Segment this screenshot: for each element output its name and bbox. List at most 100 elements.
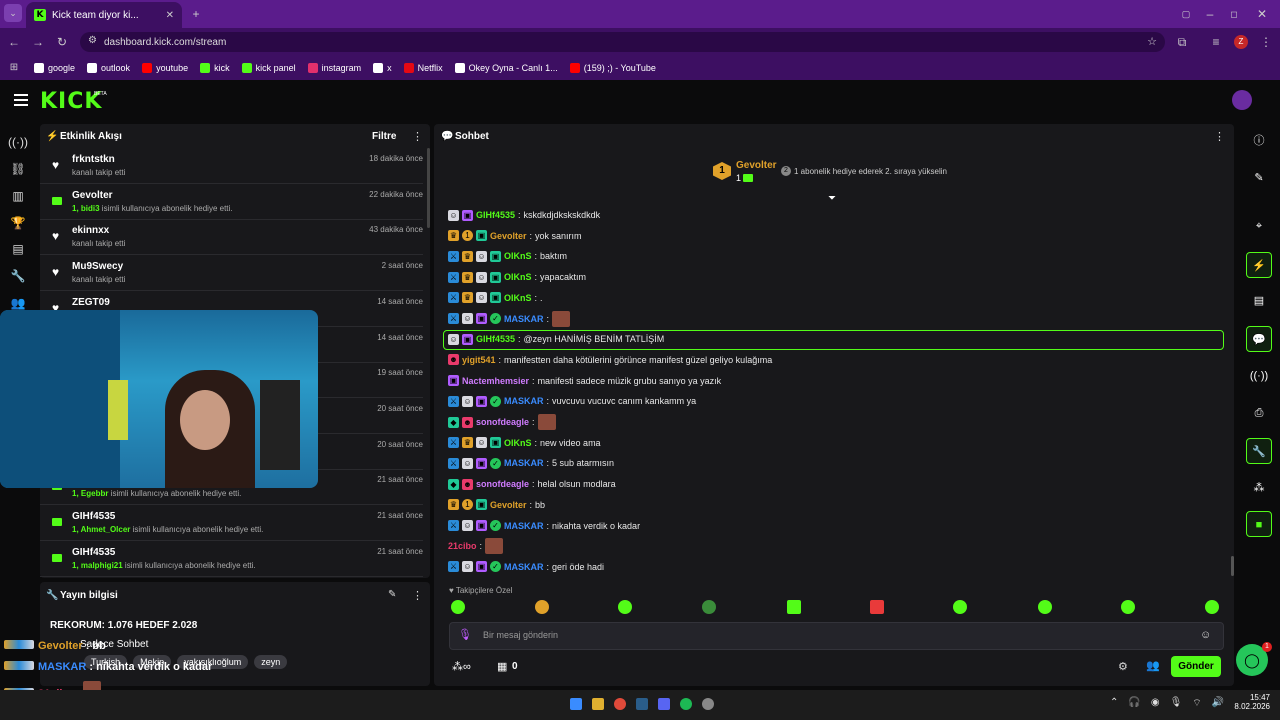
emote-7[interactable] [953,600,967,614]
activity-user[interactable]: Mu9Swecy [72,261,123,272]
gift-recipient[interactable]: 1, Ahmet_Olcer [72,525,130,534]
chat-scrollbar[interactable] [1231,556,1234,576]
tab-search-icon[interactable]: ⌄ [4,4,22,22]
chat-username[interactable]: OIKnS [504,438,532,448]
steam-icon[interactable] [636,698,648,710]
bookmark-1[interactable]: outlook [87,63,130,73]
headphones-icon[interactable]: 🎧 [1128,697,1140,710]
chat-emote[interactable] [552,310,571,327]
link-nav-icon[interactable]: ⛓ [8,159,28,179]
chat-username[interactable]: Gevolter [490,500,527,510]
site-info-icon[interactable]: ⚙ [88,35,97,46]
activity-user[interactable]: Gevolter [72,190,113,201]
wifi-icon[interactable]: ⌔ [1192,697,1201,710]
filter-button[interactable]: Filtre [372,131,396,142]
tools-icon[interactable]: 🔧 [1246,438,1272,464]
chat-message[interactable]: ◆ ☻ sonofdeagle: helal olsun modlara [448,475,616,493]
bookmark-star-icon[interactable]: ☆ [1147,35,1157,48]
microphone-icon[interactable]: 🎙 [458,628,472,641]
bookmark-9[interactable]: (159) ;) - YouTube [569,63,656,73]
store-icon[interactable]: ▦ [497,660,507,673]
activity-item[interactable]: GIHf4535 1, malphigi21 isimli kullanıcıya… [40,541,423,577]
broadcast-icon[interactable]: ((·)) [1246,363,1272,389]
collapse-icon[interactable]: ⏷ [828,193,836,204]
maximize-icon[interactable]: ◻ [1224,4,1244,24]
chat-message[interactable]: ♛ 1 ▣ Gevolter: yok sanırım [448,227,582,245]
pinned-user[interactable]: Gevolter [736,160,777,171]
chat-username[interactable]: Gevolter [490,231,527,241]
community-icon[interactable]: ⁂ [1246,475,1272,501]
chat-message[interactable]: ⚔ ♛ ☺ ▣ OIKnS:. [448,289,543,307]
bookmark-4[interactable]: kick panel [241,63,296,73]
close-window-icon[interactable]: ✕ [1252,4,1272,24]
emote-3[interactable] [618,600,632,614]
bookmark-8[interactable]: Okey Oyna - Canlı 1... [454,63,558,73]
gift-recipient[interactable]: 1, malphigi21 [72,561,123,570]
activity-user[interactable]: frkntstkn [72,154,115,165]
avatar-widget-icon[interactable]: ■ [1246,511,1272,537]
emote-9[interactable] [1121,600,1135,614]
gift-recipient[interactable]: 1, Egebbr [72,489,108,498]
mic-tray-icon[interactable]: 🎙 [1170,697,1183,710]
close-tab-icon[interactable]: ✕ [166,10,174,21]
chat-message[interactable]: ⚔ ☺ ▣ ✓ MASKAR: geri öde hadi [448,558,604,576]
app-icon[interactable] [702,698,714,710]
bookmark-7[interactable]: Netflix [403,63,443,73]
apps-grid-icon[interactable]: ⊞ [4,58,24,78]
extensions-icon[interactable]: ⧉ [1172,32,1192,52]
tools-nav-icon[interactable]: 🔧 [8,266,28,286]
spotify-icon[interactable] [680,698,692,710]
activity-menu-icon[interactable]: ⋮ [412,130,423,143]
bookmark-2[interactable]: youtube [142,63,188,73]
chat-settings-icon[interactable]: ⚙ [1118,660,1128,673]
bookmark-3[interactable]: kick [200,63,230,73]
chat-message[interactable]: ♛ 1 ▣ Gevolter: bb [448,496,545,514]
reading-list-icon[interactable]: ≡ [1206,32,1226,52]
minimize-icon[interactable]: ▢ [1176,4,1196,24]
chat-username[interactable]: yigit541 [462,355,496,365]
gift-recipient[interactable]: 1, bidi3 [72,204,100,213]
notes-icon[interactable]: ▤ [1246,288,1272,314]
bookmark-5[interactable]: instagram [307,63,361,73]
emote-6[interactable] [870,600,884,614]
print-icon[interactable]: ⎙ [1246,400,1272,426]
chat-message[interactable]: ⚔ ☺ ▣ ✓ MASKAR: vuvcuvu vucuvc canım kankamm … [448,392,696,410]
chat-username[interactable]: OIKnS [504,251,532,261]
explorer-icon[interactable] [592,698,604,710]
camera-icon[interactable]: ⌖ [1246,213,1272,239]
activity-scrollbar[interactable] [427,148,430,228]
chat-username[interactable]: 21cibo [448,541,477,551]
steam-tray-icon[interactable]: ◉ [1151,697,1160,710]
taskbar-clock[interactable]: 15:47 8.02.2026 [1232,693,1270,711]
chat-message[interactable]: ⚔ ♛ ☺ ▣ OIKnS: new video ama [448,434,601,452]
emoji-icon[interactable]: ☺ [1200,629,1211,641]
trophy-nav-icon[interactable]: 🏆 [8,213,28,233]
chat-message[interactable]: 21cibo: [448,537,504,555]
activity-user[interactable]: GIHf4535 [72,547,115,558]
chat-emote[interactable] [537,414,556,430]
discord-icon[interactable] [658,698,670,710]
chat-username[interactable]: MASKAR [504,458,544,468]
chat-message[interactable]: ⚔ ♛ ☺ ▣ OIKnS: yapacaktım [448,268,586,286]
chat-username[interactable]: OIKnS [504,293,532,303]
activity-user[interactable]: GIHf4535 [72,511,115,522]
browser-tab[interactable]: K Kick team diyor ki... ✕ [26,2,182,28]
chat-message[interactable]: ☺ ▣ GIHf4535: kskdkdjdkskskdkdk [448,206,600,224]
emote-8[interactable] [1038,600,1052,614]
chat-menu-icon[interactable]: ⋮ [1214,130,1225,143]
chat-username[interactable]: MASKAR [504,521,544,531]
back-icon[interactable]: ← [4,32,24,52]
chat-message[interactable]: ⚔ ☺ ▣ ✓ MASKAR: nikahta verdik o kadar [448,517,640,535]
chat-toggle-icon[interactable]: 💬 [1246,326,1272,352]
analytics-nav-icon[interactable]: ▥ [8,186,28,206]
new-tab-icon[interactable]: + [186,4,206,24]
forward-icon[interactable]: → [28,32,48,52]
url-input[interactable]: ⚙ dashboard.kick.com/stream ☆ [80,32,1165,52]
chat-message[interactable]: ◆ ☻ sonofdeagle: [448,413,556,431]
start-icon[interactable] [570,698,582,710]
video-nav-icon[interactable]: ▤ [8,239,28,259]
chat-emote[interactable] [485,538,504,555]
chat-users-icon[interactable]: 👥 [1146,659,1160,672]
activity-user[interactable]: ZEGT09 [72,297,110,308]
chat-username[interactable]: MASKAR [504,562,544,572]
